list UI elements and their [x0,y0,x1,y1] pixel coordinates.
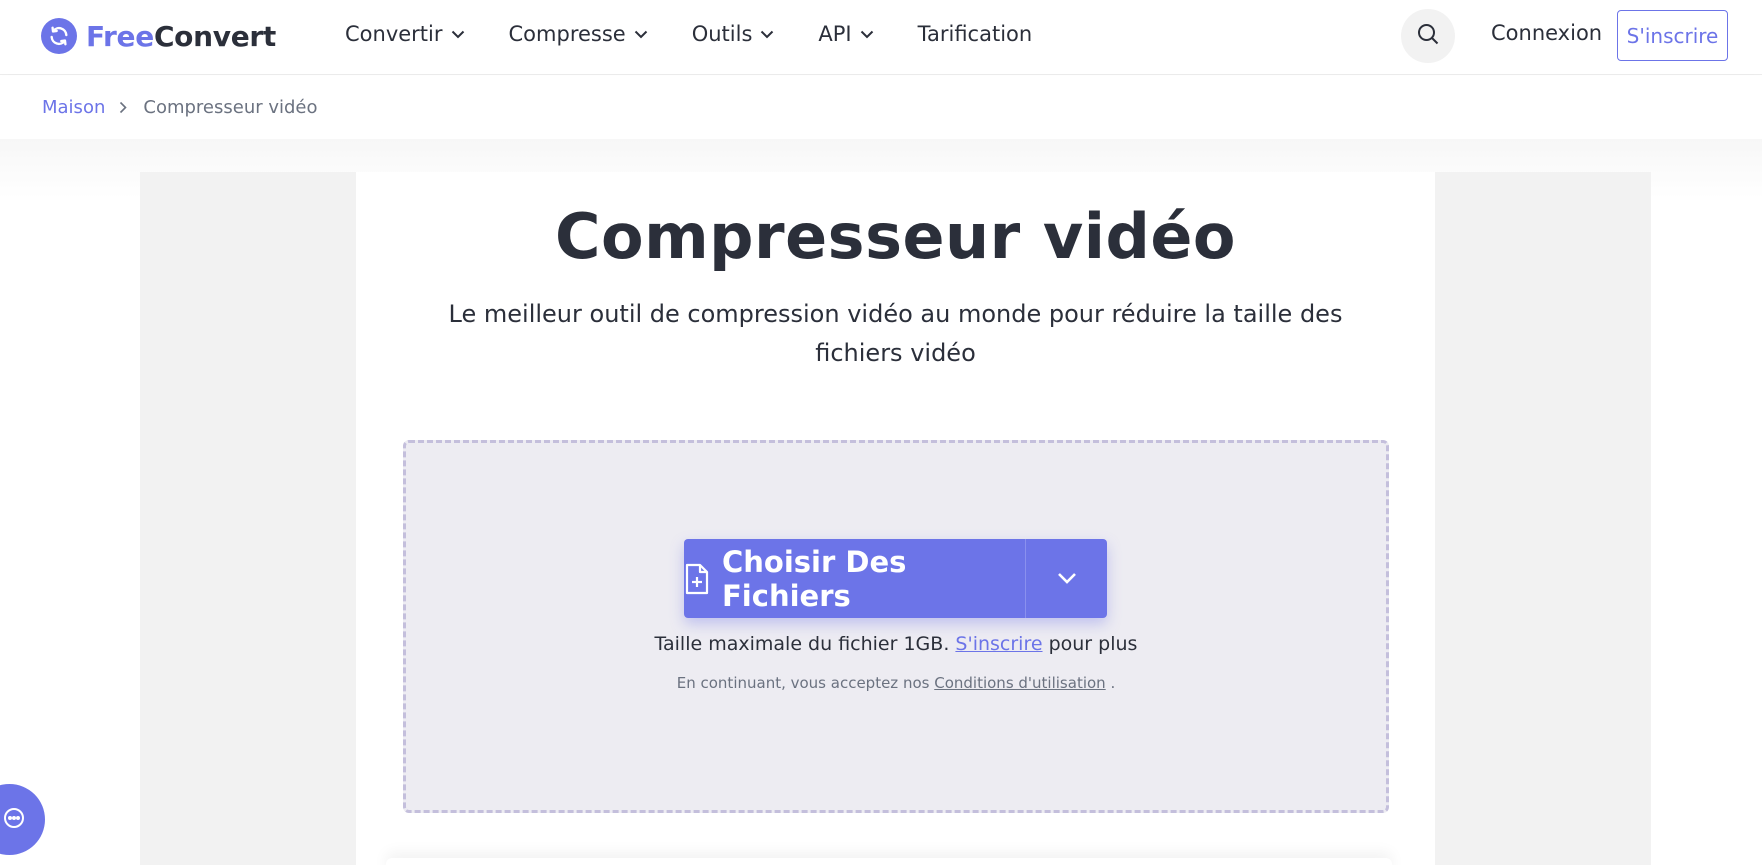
terms-text: En continuant, vous acceptez nos Conditi… [403,674,1389,692]
chevron-down-icon [860,30,874,39]
chevron-down-icon [760,30,774,39]
top-navigation-bar: FreeConvert Convertir Compresse Outils A… [0,0,1762,75]
options-card-edge [386,858,1392,865]
nav-convertir[interactable]: Convertir [345,22,465,46]
nav-compresse-label: Compresse [508,22,626,46]
nav-api[interactable]: API [818,22,873,46]
signup-inline-link[interactable]: S'inscrire [955,633,1042,655]
breadcrumb-current: Compresseur vidéo [143,97,318,118]
logo-refresh-icon [41,18,77,54]
limit-suffix: pour plus [1048,633,1138,655]
chevron-down-icon [634,30,648,39]
left-side-panel [140,172,356,865]
page-title: Compresseur vidéo [554,200,1237,273]
chat-icon [3,807,25,833]
logo-wordmark: FreeConvert [86,19,276,53]
nav-outils[interactable]: Outils [692,22,775,46]
nav-outils-label: Outils [691,22,753,46]
chevron-down-icon [451,30,465,39]
upload-source-dropdown[interactable] [1026,539,1107,618]
main-nav: Convertir Compresse Outils API Tarificat… [345,18,1076,50]
chevron-down-icon [1057,569,1077,588]
breadcrumb-home-link[interactable]: Maison [42,97,105,118]
nav-tarification[interactable]: Tarification [918,22,1033,46]
search-button[interactable] [1401,9,1455,63]
signup-button[interactable]: S'inscrire [1617,10,1728,61]
chevron-right-icon [119,101,128,114]
file-size-limit-text: Taille maximale du fichier 1GB. S'inscri… [403,633,1389,655]
choose-files-label: Choisir Des Fichiers [722,544,907,613]
choose-files-button-group: Choisir Des Fichiers [684,539,1107,618]
choose-files-button[interactable]: Choisir Des Fichiers [684,539,1026,618]
login-link[interactable]: Connexion [1491,21,1602,45]
search-icon [1416,22,1440,50]
freeconvert-logo[interactable]: FreeConvert [41,16,276,56]
breadcrumb: Maison Compresseur vidéo [0,76,1762,139]
nav-convertir-label: Convertir [345,22,443,46]
nav-compresse[interactable]: Compresse [509,22,648,46]
nav-api-label: API [818,22,852,46]
page-subtitle: Le meilleur outil de compression vidéo a… [448,300,1343,367]
limit-prefix: Taille maximale du fichier 1GB. [654,633,950,655]
terms-prefix: En continuant, vous acceptez nos [676,674,930,692]
nav-tarification-label: Tarification [917,22,1033,46]
right-side-panel [1435,172,1651,865]
file-add-icon [684,563,710,595]
terms-suffix: . [1110,674,1116,692]
terms-link[interactable]: Conditions d'utilisation [934,674,1105,692]
file-drop-zone[interactable] [403,440,1389,813]
